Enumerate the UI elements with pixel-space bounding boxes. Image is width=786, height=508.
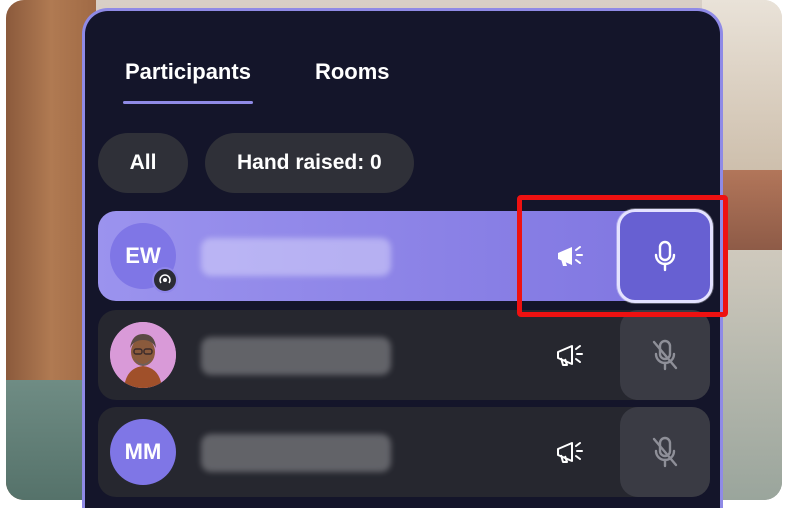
panel-tabs: Participants Rooms	[123, 59, 390, 104]
participant-row[interactable]	[98, 310, 710, 400]
participants-panel: Participants Rooms All Hand raised: 0 EW	[82, 8, 723, 508]
megaphone-icon[interactable]	[544, 231, 594, 281]
avatar: MM	[110, 419, 176, 485]
megaphone-icon[interactable]	[544, 427, 594, 477]
megaphone-icon[interactable]	[544, 330, 594, 380]
mute-toggle-button[interactable]	[620, 310, 710, 400]
participant-filters: All Hand raised: 0	[98, 133, 414, 193]
mute-toggle-button[interactable]	[617, 209, 713, 303]
avatar	[110, 322, 176, 388]
participant-name-redacted	[201, 238, 391, 276]
tab-participants[interactable]: Participants	[123, 59, 253, 104]
microphone-muted-icon	[652, 436, 678, 468]
participant-row[interactable]: MM	[98, 407, 710, 497]
presence-icon	[152, 267, 178, 293]
avatar-initials: MM	[124, 439, 162, 464]
filter-all-button[interactable]: All	[98, 133, 188, 193]
mute-toggle-button[interactable]	[620, 407, 710, 497]
tab-rooms[interactable]: Rooms	[315, 59, 390, 85]
microphone-muted-icon	[652, 339, 678, 371]
filter-hand-raised-button[interactable]: Hand raised: 0	[205, 133, 414, 193]
microphone-icon	[654, 240, 676, 272]
avatar-initials: EW	[125, 243, 161, 268]
avatar: EW	[110, 223, 178, 293]
participant-row[interactable]: EW	[98, 209, 713, 303]
participant-name-redacted	[201, 337, 391, 375]
participant-name-redacted	[201, 434, 391, 472]
